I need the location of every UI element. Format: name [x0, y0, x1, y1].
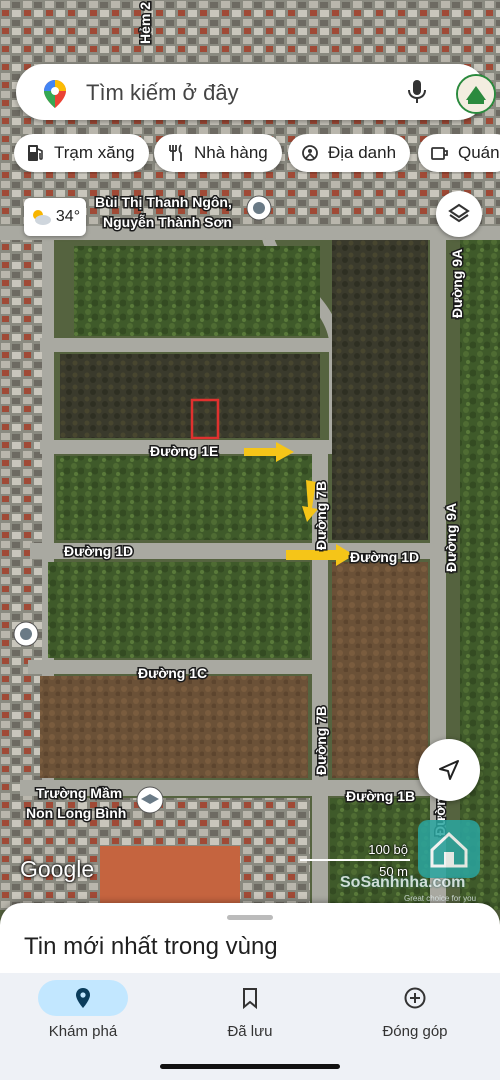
sheet-title: Tin mới nhất trong vùng — [24, 933, 278, 960]
label-road-1d-left: Đường 1D — [64, 543, 133, 559]
gas-station-icon — [28, 145, 43, 161]
watermark: SoSanhnha.com Great choice for you — [340, 820, 480, 903]
label-school-line2: Non Long Bình — [26, 805, 126, 821]
chip-label: Nhà hàng — [194, 143, 268, 162]
add-circle-icon — [403, 986, 427, 1015]
partly-cloudy-icon — [32, 210, 51, 225]
watermark-text: SoSanhnha.com — [340, 874, 466, 891]
watermark-house-icon — [418, 820, 480, 878]
bookmark-icon — [238, 986, 262, 1015]
microphone-icon[interactable] — [406, 79, 428, 110]
avatar[interactable] — [456, 74, 496, 114]
label-road-7b-bottom: Đường 7B — [313, 706, 329, 775]
tab-label: Khám phá — [48, 1023, 118, 1040]
chip-label: Trạm xăng — [54, 143, 135, 162]
label-place-line1: Bùi Thị Thanh Ngôn, — [95, 194, 232, 210]
restaurant-icon — [169, 144, 182, 161]
temperature-text: 34° — [55, 208, 81, 225]
label-road-1e: Đường 1E — [150, 443, 218, 459]
home-indicator[interactable] — [160, 1064, 340, 1069]
label-road-1d-right: Đường 1D — [350, 549, 419, 565]
my-location-button[interactable] — [418, 739, 480, 801]
search-input[interactable]: Tìm kiếm ở đây — [86, 80, 239, 106]
google-maps-pin-icon — [44, 80, 66, 113]
layers-button[interactable] — [436, 191, 482, 237]
label-road-7b-top: Đường 7B — [313, 481, 329, 550]
cafe-icon — [431, 147, 448, 160]
label-road-1c: Đường 1C — [138, 665, 207, 681]
weather-badge[interactable]: 34° — [24, 198, 86, 236]
chip-landmark[interactable]: Địa danh — [288, 134, 411, 172]
label-top-left: Hẻm 2 — [137, 2, 153, 44]
tab-saved[interactable]: Đã lưu — [180, 973, 320, 1053]
place-pin-icon — [246, 195, 272, 221]
tab-explore[interactable]: Khám phá — [13, 973, 153, 1053]
navigation-arrow-icon — [439, 760, 459, 780]
label-school-line1: Trường Mầm — [36, 785, 122, 801]
chip-restaurant[interactable]: Nhà hàng — [154, 134, 282, 172]
category-chips: Trạm xăng Nhà hàng Địa danh Quán — [14, 134, 500, 174]
place-pin-left-icon — [13, 621, 39, 647]
label-road-9a-mid: Đường 9A — [443, 503, 459, 572]
search-bar[interactable]: Tìm kiếm ở đây — [16, 64, 496, 120]
label-road-1b: Đường 1B — [346, 788, 415, 804]
landmark-icon — [302, 145, 318, 161]
chip-gas-station[interactable]: Trạm xăng — [14, 134, 149, 172]
bottom-sheet[interactable]: Tin mới nhất trong vùng — [0, 903, 500, 983]
tab-label: Đã lưu — [227, 1023, 273, 1040]
layers-icon — [448, 203, 470, 223]
tab-label: Đóng góp — [382, 1023, 448, 1040]
sheet-drag-handle[interactable] — [227, 915, 273, 920]
explore-pin-icon — [71, 986, 95, 1015]
watermark-tagline: Great choice for you — [404, 894, 477, 903]
chip-cafe[interactable]: Quán — [418, 134, 500, 172]
school-pin-icon — [136, 786, 164, 814]
google-logo: Google — [20, 856, 95, 882]
chip-label: Địa danh — [328, 143, 397, 162]
label-road-9a-top: Đường 9A — [449, 249, 465, 318]
label-place-line2: Nguyễn Thành Sơn — [103, 214, 232, 230]
tab-contribute[interactable]: Đóng góp — [345, 973, 485, 1053]
chip-label: Quán — [458, 143, 500, 162]
